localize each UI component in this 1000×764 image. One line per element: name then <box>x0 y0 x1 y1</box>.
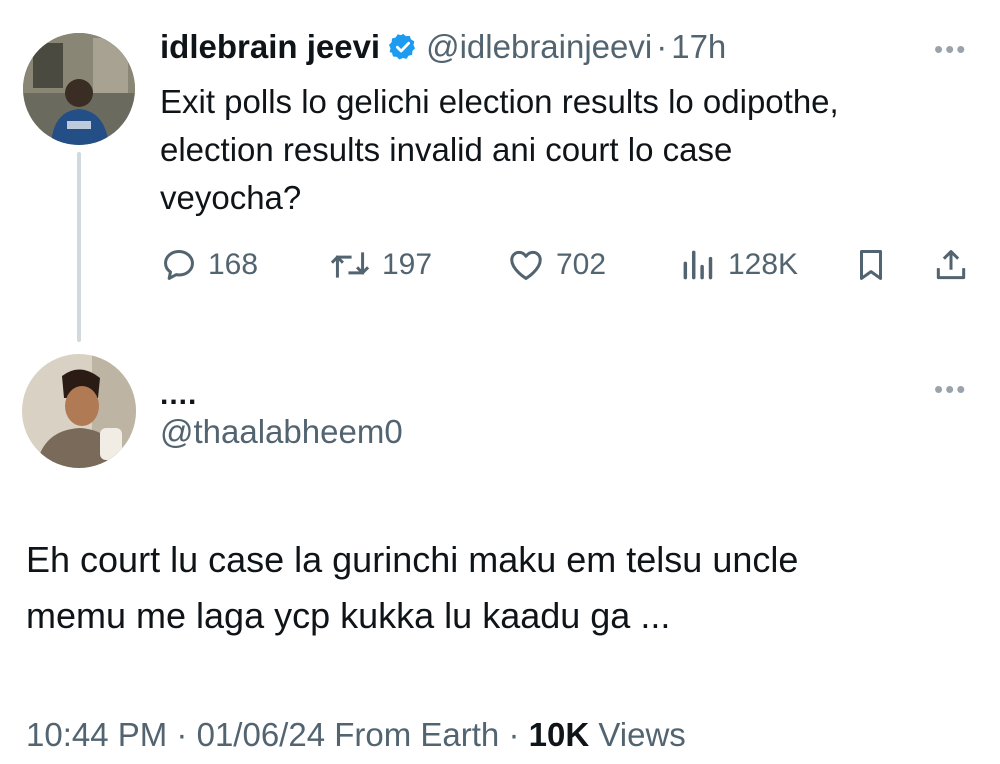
reply-time[interactable]: 10:44 PM <box>26 716 167 753</box>
views-icon <box>683 250 713 280</box>
share-icon[interactable] <box>932 246 970 289</box>
retweet-button[interactable]: 197 <box>328 246 432 284</box>
like-count: 702 <box>556 248 607 281</box>
reply-count: 168 <box>208 248 259 281</box>
handle[interactable]: @idlebrainjeevi <box>426 28 652 66</box>
separator-dot: · <box>176 716 197 753</box>
more-icon[interactable]: ••• <box>934 36 967 62</box>
reply-text: Eh court lu case la gurinchi maku em tel… <box>26 532 986 644</box>
reply-views-label: Views <box>598 716 686 753</box>
thread-connector-line <box>77 152 81 342</box>
like-button[interactable]: 702 <box>506 246 606 284</box>
reply-views-count[interactable]: 10K <box>529 716 590 753</box>
retweet-count: 197 <box>382 248 433 281</box>
reply-metadata: 10:44 PM · 01/06/24 From Earth · 10K Vie… <box>26 716 686 754</box>
avatar-thaalabheem0[interactable] <box>22 354 136 468</box>
views-count: 128K <box>728 248 799 281</box>
avatar-idlebrainjeevi[interactable] <box>23 33 135 145</box>
more-icon[interactable]: ••• <box>934 376 967 402</box>
reply-button[interactable]: 168 <box>160 246 258 284</box>
like-icon <box>510 250 542 280</box>
reply-text-line: Eh court lu case la gurinchi maku em tel… <box>26 539 799 580</box>
tweet-header: idlebrain jeevi @idlebrainjeevi · 17h <box>160 28 726 66</box>
tweet-text-line: election results invalid ani court lo ca… <box>160 131 733 168</box>
views-button[interactable]: 128K <box>678 246 798 284</box>
separator-dot: · <box>508 716 529 753</box>
separator-dot: · <box>656 28 668 65</box>
verified-badge-icon <box>388 32 418 62</box>
tweet-text-line: Exit polls lo gelichi election results l… <box>160 83 839 120</box>
reply-handle[interactable]: @thaalabheem0 <box>160 413 403 451</box>
tweet-text-line: veyocha? <box>160 179 302 216</box>
timestamp[interactable]: 17h <box>671 28 726 66</box>
bookmark-icon[interactable] <box>852 246 890 289</box>
reply-icon <box>164 250 194 280</box>
display-name[interactable]: idlebrain jeevi <box>160 28 380 66</box>
reply-text-line: memu me laga ycp kukka lu kaadu ga ... <box>26 595 671 636</box>
reply-date[interactable]: 01/06/24 <box>197 716 325 753</box>
tweet-text: Exit polls lo gelichi election results l… <box>160 78 980 222</box>
reply-display-name[interactable]: .... <box>160 378 197 412</box>
retweet-icon <box>330 252 370 278</box>
reply-source: From Earth <box>334 716 500 753</box>
